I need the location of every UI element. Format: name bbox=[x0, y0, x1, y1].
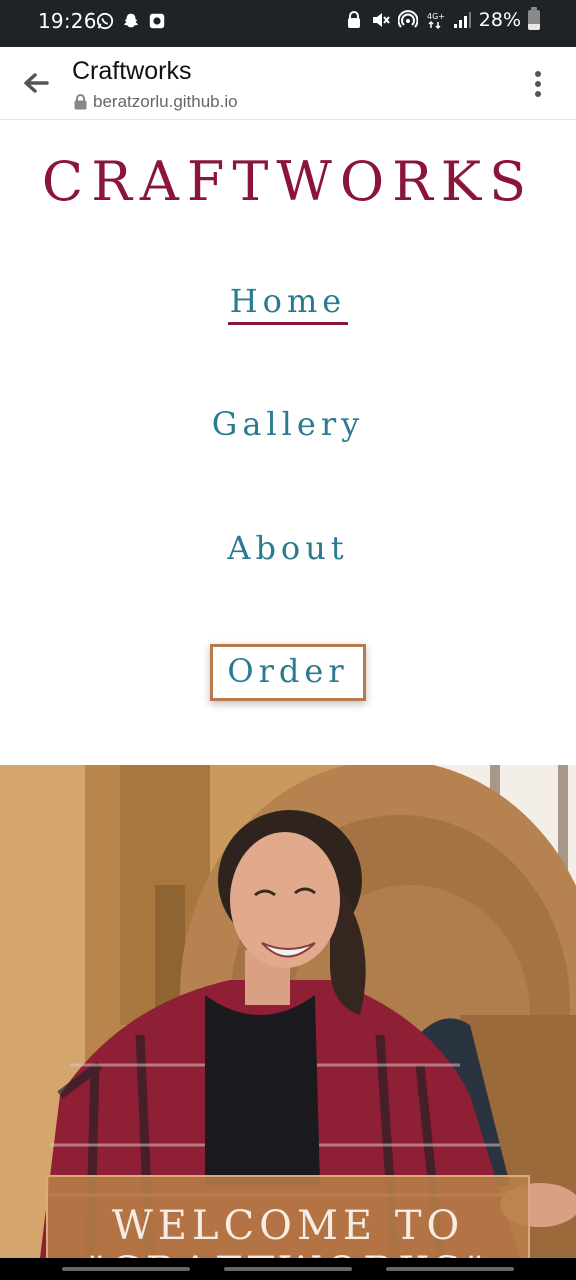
nav-link-gallery[interactable]: Gallery bbox=[212, 405, 364, 445]
nav-item-gallery: Gallery bbox=[0, 405, 576, 445]
status-right-icons: 4G+ 28% bbox=[344, 7, 540, 31]
status-left-icons bbox=[96, 12, 166, 30]
hero-section: WELCOME TO "CRAFTWORKS" bbox=[0, 765, 576, 1258]
whatsapp-icon bbox=[96, 12, 114, 30]
site-logo-title[interactable]: CRAFTWORKS bbox=[0, 150, 576, 213]
back-nav-button[interactable] bbox=[386, 1267, 514, 1271]
overflow-menu-button[interactable] bbox=[528, 69, 548, 99]
nav-item-about: About bbox=[0, 529, 576, 569]
url-text: beratzorlu.github.io bbox=[93, 92, 238, 111]
mute-icon bbox=[372, 13, 390, 27]
welcome-heading-line2: "CRAFTWORKS" bbox=[48, 1249, 528, 1258]
home-button[interactable] bbox=[224, 1267, 352, 1271]
snapchat-icon bbox=[123, 13, 139, 28]
svg-text:4G+: 4G+ bbox=[427, 12, 445, 21]
battery-percent: 28% bbox=[478, 9, 521, 31]
recent-apps-button[interactable] bbox=[62, 1267, 190, 1271]
back-button[interactable] bbox=[20, 68, 52, 98]
status-time: 19:26 bbox=[38, 9, 97, 33]
nav-item-home: Home bbox=[0, 282, 576, 325]
status-bar: 19:26 4G+ 28% bbox=[0, 0, 576, 47]
nav-link-about[interactable]: About bbox=[227, 529, 348, 569]
nav-link-home[interactable]: Home bbox=[227, 282, 349, 325]
signal-icon bbox=[453, 12, 471, 28]
browser-toolbar: Craftworks beratzorlu.github.io bbox=[0, 47, 576, 120]
lock-icon bbox=[347, 11, 360, 28]
padlock-icon bbox=[74, 94, 87, 110]
battery-icon bbox=[528, 7, 540, 30]
notification-icon bbox=[149, 13, 165, 29]
menu-dot-icon bbox=[535, 71, 541, 77]
order-button[interactable]: Order bbox=[210, 644, 366, 701]
menu-dot-icon bbox=[535, 91, 541, 97]
hotspot-icon bbox=[397, 10, 418, 28]
navigation-gesture-bar bbox=[0, 1258, 576, 1280]
welcome-banner: WELCOME TO "CRAFTWORKS" bbox=[46, 1175, 530, 1258]
menu-dot-icon bbox=[535, 81, 541, 87]
browser-page-title: Craftworks bbox=[72, 57, 192, 85]
4g-icon: 4G+ bbox=[427, 12, 445, 30]
url-bar[interactable]: beratzorlu.github.io bbox=[74, 92, 238, 112]
nav-item-order: Order bbox=[0, 644, 576, 701]
arrow-left-icon bbox=[24, 73, 49, 93]
welcome-heading-line1: WELCOME TO bbox=[111, 1203, 465, 1249]
